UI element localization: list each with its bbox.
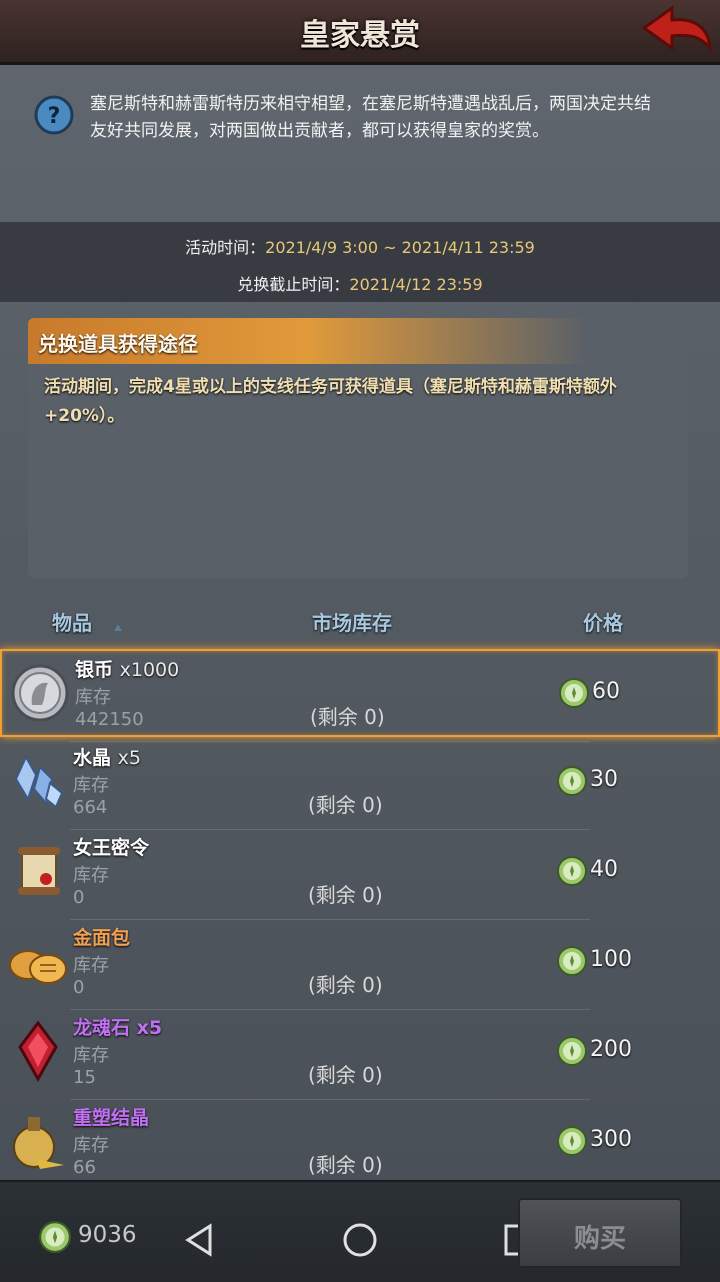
stock-value: 0 — [73, 887, 85, 908]
item-row-reshape-crystal[interactable]: 重塑结晶 库存 66 (剩余 0) 300 — [0, 1099, 720, 1180]
deadline-label: 兑换截止时间： — [237, 275, 350, 294]
clover-coin-icon — [557, 1126, 587, 1156]
nav-home-icon[interactable] — [340, 1220, 380, 1260]
clover-coin-icon — [557, 946, 587, 976]
activity-time-row: 活动时间：2021/4/9 3:00 ~ 2021/4/11 23:59 — [0, 234, 720, 258]
obtain-title-bar: 兑换道具获得途径 — [28, 318, 588, 364]
stock-label: 库存 — [75, 687, 111, 708]
column-header-stock: 市场库存 — [312, 611, 392, 635]
crystal-icon — [14, 754, 64, 809]
clover-coin-icon — [557, 1036, 587, 1066]
stock-label: 库存 — [73, 865, 109, 886]
buy-button[interactable]: 购买 — [518, 1198, 682, 1268]
item-row-crystal[interactable]: 水晶 x5 库存 664 (剩余 0) 30 — [0, 739, 720, 827]
bread-icon — [9, 950, 67, 984]
stock-value: 0 — [73, 977, 85, 998]
item-row-golden-bread[interactable]: 金面包 库存 0 (剩余 0) 100 — [0, 919, 720, 1007]
item-name: 女王密令 — [73, 837, 150, 859]
market-remaining: (剩余 0) — [308, 883, 383, 907]
clover-coin-icon — [39, 1221, 71, 1253]
item-price: 30 — [590, 767, 618, 792]
page-title: 皇家悬赏 — [300, 18, 420, 53]
description-box: ? 塞尼斯特和赫雷斯特历来相守相望，在塞尼斯特遭遇战乱后，两国决定共结友好共同发… — [28, 87, 708, 217]
help-icon[interactable]: ? — [34, 95, 74, 135]
buy-button-label: 购买 — [573, 1224, 626, 1254]
scroll-icon — [18, 847, 60, 895]
market-remaining: (剩余 0) — [308, 1153, 383, 1177]
market-remaining: (剩余 0) — [308, 793, 383, 817]
item-price: 100 — [590, 947, 632, 972]
item-row-queen-order[interactable]: 女王密令 库存 0 (剩余 0) 40 — [0, 829, 720, 917]
item-name: 重塑结晶 — [73, 1107, 150, 1129]
market-remaining: (剩余 0) — [308, 1063, 383, 1087]
potion-icon — [13, 1117, 64, 1169]
item-price: 200 — [590, 1037, 632, 1062]
column-header-price: 价格 — [583, 611, 623, 635]
dragon-stone-icon — [18, 1020, 58, 1083]
obtain-title: 兑换道具获得途径 — [38, 332, 198, 356]
column-header-item[interactable]: 物品 — [52, 607, 92, 636]
activity-time-label: 活动时间： — [185, 238, 266, 257]
item-name: 金面包 — [73, 927, 131, 949]
clover-coin-icon — [557, 856, 587, 886]
description-text: 塞尼斯特和赫雷斯特历来相守相望，在塞尼斯特遭遇战乱后，两国决定共结友好共同发展，… — [90, 94, 651, 141]
stock-value: 66 — [73, 1157, 96, 1178]
bottom-bar: 9036 购买 — [0, 1180, 720, 1282]
item-row-dragon-soul-stone[interactable]: 龙魂石 x5 库存 15 (剩余 0) 200 — [0, 1009, 720, 1097]
clover-coin-icon — [557, 766, 587, 796]
clover-coin-icon — [559, 678, 589, 708]
stock-label: 库存 — [73, 1135, 109, 1156]
item-row-silver-coin[interactable]: 银币 x1000 库存 442150 (剩余 0) 60 — [0, 649, 720, 737]
nav-back-icon[interactable] — [180, 1220, 220, 1260]
item-name: 水晶 x5 — [73, 747, 141, 769]
stock-value: 664 — [73, 797, 108, 818]
silver-coin-icon — [11, 664, 69, 722]
stock-label: 库存 — [73, 1045, 109, 1066]
sort-ascending-icon — [114, 624, 122, 631]
item-price: 60 — [592, 679, 620, 704]
deadline-row: 兑换截止时间：2021/4/12 23:59 — [0, 271, 720, 295]
content-area: ? 塞尼斯特和赫雷斯特历来相守相望，在塞尼斯特遭遇战乱后，两国决定共结友好共同发… — [0, 65, 720, 1180]
header-bar: 皇家悬赏 — [0, 0, 720, 65]
market-remaining: (剩余 0) — [308, 973, 383, 997]
obtain-text: 活动期间，完成4星或以上的支线任务可获得道具（塞尼斯特和赫雷斯特额外+20%）。 — [44, 377, 617, 426]
market-remaining: (剩余 0) — [310, 705, 385, 729]
deadline-value: 2021/4/12 23:59 — [349, 275, 483, 294]
svg-text:?: ? — [48, 104, 61, 129]
stock-value: 15 — [73, 1067, 96, 1088]
stock-value: 442150 — [75, 709, 144, 730]
item-name: 银币 x1000 — [75, 659, 180, 681]
obtain-panel: 兑换道具获得途径 活动期间，完成4星或以上的支线任务可获得道具（塞尼斯特和赫雷斯… — [28, 318, 688, 578]
item-name: 龙魂石 x5 — [73, 1017, 163, 1039]
stock-label: 库存 — [73, 955, 109, 976]
activity-time-band: 活动时间：2021/4/9 3:00 ~ 2021/4/11 23:59 兑换截… — [0, 222, 720, 302]
currency-balance: 9036 — [78, 1222, 137, 1248]
stock-label: 库存 — [73, 775, 109, 796]
item-price: 40 — [590, 857, 618, 882]
item-price: 300 — [590, 1127, 632, 1152]
back-arrow-icon[interactable] — [638, 4, 714, 56]
activity-time-value: 2021/4/9 3:00 ~ 2021/4/11 23:59 — [265, 238, 535, 257]
